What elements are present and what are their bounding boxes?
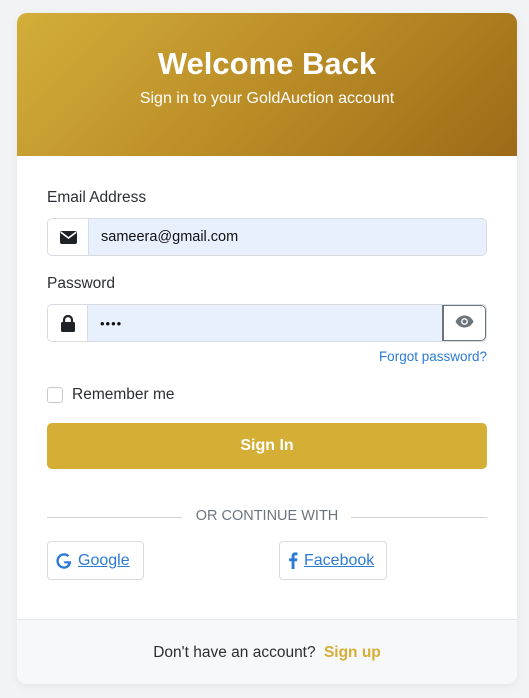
google-login-button[interactable]: Google [47, 541, 144, 580]
or-divider: OR CONTINUE WITH [47, 507, 487, 527]
email-label: Email Address [47, 189, 147, 206]
sign-in-button[interactable]: Sign In [47, 423, 487, 469]
facebook-label: Facebook [304, 551, 375, 569]
sign-up-link[interactable]: Sign up [324, 644, 381, 661]
facebook-login-button[interactable]: Facebook [279, 541, 387, 580]
signup-footer: Don't have an account? Sign up [17, 619, 517, 684]
password-input-group: •••• [47, 304, 487, 342]
remember-me-label: Remember me [72, 386, 175, 403]
page-subtitle: Sign in to your GoldAuction account [139, 90, 395, 107]
forgot-password-link[interactable]: Forgot password? [379, 349, 487, 364]
google-label: Google [78, 551, 130, 569]
envelope-icon [48, 219, 89, 255]
email-input-group [47, 218, 487, 256]
password-label: Password [47, 275, 116, 292]
lock-icon [48, 305, 88, 341]
google-icon [56, 552, 72, 569]
remember-me: Remember me [47, 386, 175, 404]
facebook-icon [288, 552, 298, 569]
page-title: Welcome Back [157, 46, 377, 81]
email-field[interactable] [89, 219, 486, 255]
divider-text: OR CONTINUE WITH [195, 508, 339, 524]
login-header: Welcome Back Sign in to your GoldAuction… [17, 13, 517, 156]
remember-me-checkbox[interactable] [47, 387, 63, 403]
login-card: Welcome Back Sign in to your GoldAuction… [17, 13, 517, 684]
password-field[interactable]: •••• [88, 305, 442, 341]
eye-icon [455, 315, 474, 331]
toggle-password-button[interactable] [442, 305, 486, 341]
signup-prompt: Don't have an account? [153, 644, 316, 661]
divider-line-right [351, 517, 487, 518]
